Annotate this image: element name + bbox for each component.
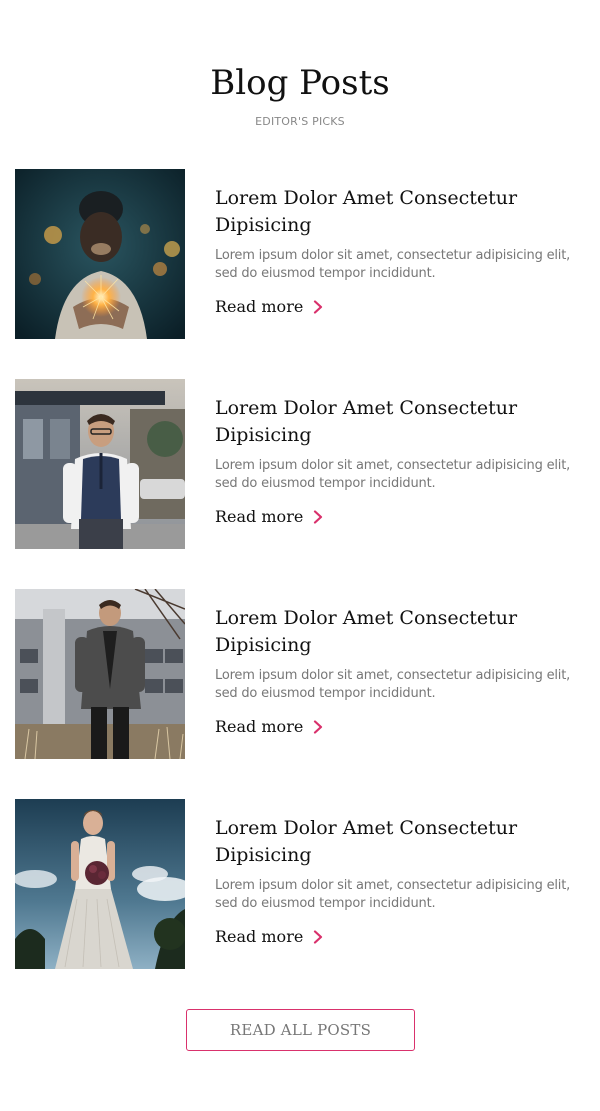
- chevron-right-icon: [312, 720, 324, 734]
- post-excerpt: Lorem ipsum dolor sit amet, consectetur …: [215, 668, 571, 701]
- read-more-link[interactable]: Read more: [215, 926, 324, 948]
- read-more-label: Read more: [215, 297, 304, 316]
- chevron-right-icon: [312, 510, 324, 524]
- post-body: Lorem Dolor Amet Consectetur Dipisicing …: [215, 605, 590, 738]
- read-more-label: Read more: [215, 717, 304, 736]
- blog-post-card: Lorem Dolor Amet Consectetur Dipisicing …: [15, 169, 590, 339]
- post-title[interactable]: Lorem Dolor Amet Consectetur Dipisicing: [215, 605, 590, 659]
- post-excerpt: Lorem ipsum dolor sit amet, consectetur …: [215, 878, 571, 911]
- post-thumbnail[interactable]: [15, 379, 185, 549]
- post-excerpt: Lorem ipsum dolor sit amet, consectetur …: [215, 248, 571, 281]
- post-thumbnail[interactable]: [15, 589, 185, 759]
- read-more-link[interactable]: Read more: [215, 296, 324, 318]
- post-title[interactable]: Lorem Dolor Amet Consectetur Dipisicing: [215, 395, 590, 449]
- page-title: Blog Posts: [210, 63, 390, 103]
- read-more-label: Read more: [215, 927, 304, 946]
- post-body: Lorem Dolor Amet Consectetur Dipisicing …: [215, 395, 590, 528]
- read-more-label: Read more: [215, 507, 304, 526]
- read-all-posts-button[interactable]: READ ALL POSTS: [186, 1009, 415, 1051]
- blog-post-card: Lorem Dolor Amet Consectetur Dipisicing …: [15, 589, 590, 759]
- page-subtitle: EDITOR'S PICKS: [255, 115, 345, 128]
- post-excerpt: Lorem ipsum dolor sit amet, consectetur …: [215, 458, 571, 491]
- post-body: Lorem Dolor Amet Consectetur Dipisicing …: [215, 815, 590, 948]
- man-holding-sparkler-photo: [15, 169, 185, 339]
- man-in-coat-building-photo: [15, 589, 185, 759]
- read-more-link[interactable]: Read more: [215, 716, 324, 738]
- read-more-link[interactable]: Read more: [215, 506, 324, 528]
- blog-post-card: Lorem Dolor Amet Consectetur Dipisicing …: [15, 379, 590, 549]
- post-title[interactable]: Lorem Dolor Amet Consectetur Dipisicing: [215, 185, 590, 239]
- post-thumbnail[interactable]: [15, 169, 185, 339]
- blog-post-card: Lorem Dolor Amet Consectetur Dipisicing …: [15, 799, 590, 969]
- bride-with-bouquet-photo: [15, 799, 185, 969]
- chevron-right-icon: [312, 930, 324, 944]
- chevron-right-icon: [312, 300, 324, 314]
- man-in-vest-street-photo: [15, 379, 185, 549]
- post-title[interactable]: Lorem Dolor Amet Consectetur Dipisicing: [215, 815, 590, 869]
- post-thumbnail[interactable]: [15, 799, 185, 969]
- post-body: Lorem Dolor Amet Consectetur Dipisicing …: [215, 185, 590, 318]
